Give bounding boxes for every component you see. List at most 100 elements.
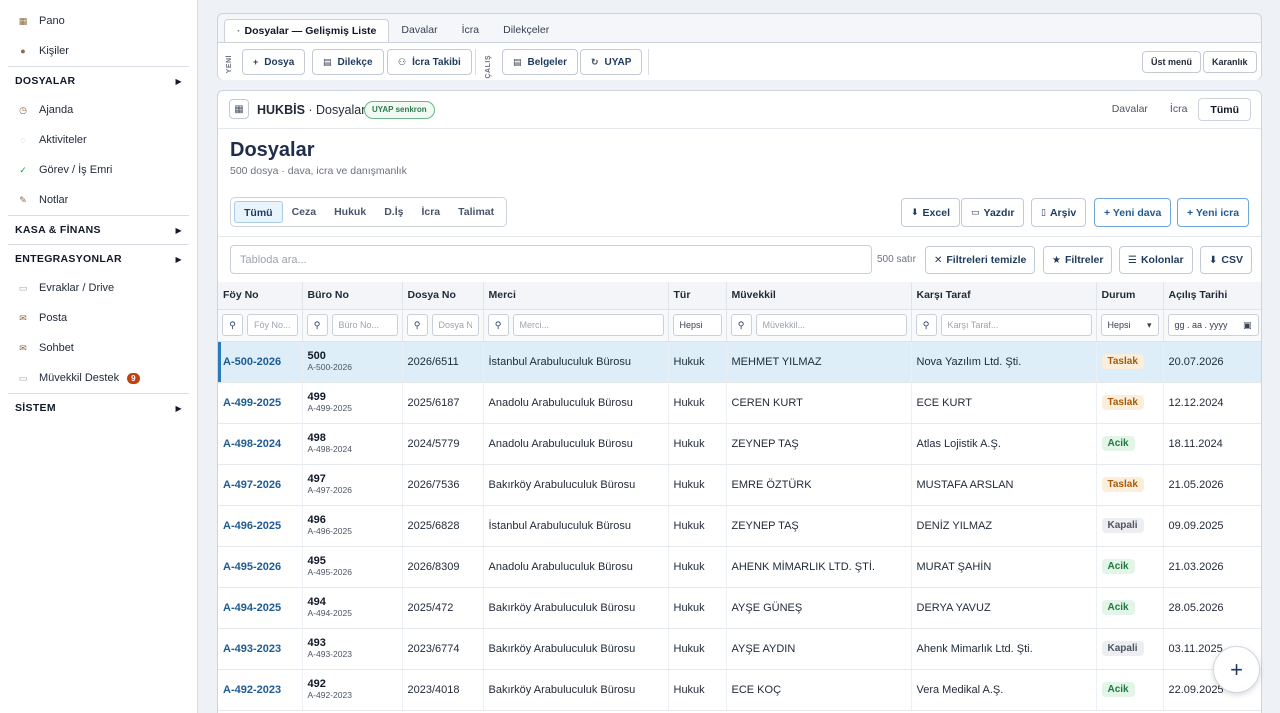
panel-subtitle: · Dosyalar bbox=[304, 103, 366, 117]
foy-link[interactable]: A-495-2026 bbox=[223, 561, 281, 573]
sidebar-section-sistem[interactable]: SİSTEM ▶ bbox=[8, 393, 189, 422]
table-row[interactable]: A-500-2026 500 A-500-2026 2026/6511 İstanbul… bbox=[218, 341, 1261, 383]
archive-button[interactable]: ▯ Arşiv bbox=[1031, 198, 1087, 227]
column-header-tarih[interactable]: Açılış Tarihi bbox=[1163, 282, 1261, 310]
foy-link[interactable]: A-500-2026 bbox=[223, 356, 281, 368]
sidebar-item-pano[interactable]: ▦ Pano bbox=[0, 6, 197, 36]
table-row[interactable]: A-496-2025 496 A-496-2025 2025/6828 İstanbul… bbox=[218, 505, 1261, 547]
uyap-button[interactable]: ↻ UYAP bbox=[580, 49, 643, 75]
sidebar-item-aktiviteler[interactable]: ◌ Aktiviteler bbox=[0, 125, 197, 155]
sidebar-item-kisiler[interactable]: ● Kişiler bbox=[0, 36, 197, 66]
muvekkil-cell: AYŞE AYDIN bbox=[726, 628, 912, 670]
new-dosya-button[interactable]: + Dosya bbox=[242, 49, 306, 75]
sidebar-item-evraklar[interactable]: ▭ Evraklar / Drive bbox=[0, 273, 197, 303]
foy-link[interactable]: A-496-2025 bbox=[223, 520, 281, 532]
merci-filter-input[interactable] bbox=[512, 314, 664, 336]
tab-icra[interactable]: İcra bbox=[1159, 98, 1199, 121]
new-icra-button[interactable]: + Yeni icra bbox=[1177, 198, 1250, 227]
merci-cell: Anadolu Arabuluculuk Bürosu bbox=[483, 423, 669, 465]
column-header-merci[interactable]: Merci bbox=[483, 282, 669, 310]
segment-ceza[interactable]: Ceza bbox=[283, 201, 326, 223]
search-icon[interactable]: ⚲ bbox=[487, 314, 509, 336]
column-header-tur[interactable]: Tür bbox=[668, 282, 727, 310]
sidebar-item-gorev[interactable]: ✓ Görev / İş Emri bbox=[0, 155, 197, 185]
foy-filter-input[interactable] bbox=[247, 314, 298, 336]
print-button[interactable]: ▭ Yazdır bbox=[961, 198, 1025, 227]
icra-takibi-button[interactable]: ⚇ İcra Takibi bbox=[387, 49, 472, 75]
new-case-button[interactable]: + Yeni dava bbox=[1094, 198, 1172, 227]
foy-link[interactable]: A-493-2023 bbox=[223, 643, 281, 655]
sidebar-section-dosyalar[interactable]: DOSYALAR ▶ bbox=[8, 66, 189, 95]
clear-filters-button[interactable]: ✕ Filtreleri temizle bbox=[925, 246, 1036, 274]
notification-badge: 9 bbox=[127, 372, 140, 384]
page-subtitle: 500 dosya · dava, icra ve danışmanlık bbox=[230, 165, 407, 177]
muvekkil-filter-input[interactable] bbox=[755, 314, 907, 336]
belgeler-button[interactable]: ▤ Belgeler bbox=[502, 49, 578, 75]
column-header-foy[interactable]: Föy No bbox=[218, 282, 303, 310]
tab-dosyalar[interactable]: Dosyalar — Gelişmiş Liste bbox=[224, 19, 390, 42]
column-header-buro[interactable]: Büro No bbox=[302, 282, 403, 310]
column-header-dosya[interactable]: Dosya No bbox=[402, 282, 484, 310]
sidebar-item-sohbet[interactable]: ✉ Sohbet bbox=[0, 333, 197, 363]
add-fab-button[interactable]: + bbox=[1213, 646, 1260, 693]
type-filter-segment: Tümü Ceza Hukuk D.İş İcra Talimat bbox=[230, 197, 508, 227]
columns-button[interactable]: ☰ Kolonlar bbox=[1119, 246, 1193, 274]
column-header-muvekkil[interactable]: Müvekkil bbox=[726, 282, 912, 310]
durum-filter-select[interactable]: Hepsi ▾ bbox=[1100, 314, 1159, 336]
foy-link[interactable]: A-498-2024 bbox=[223, 438, 281, 450]
buro-filter-input[interactable] bbox=[331, 314, 398, 336]
button-label: Excel bbox=[922, 206, 950, 219]
column-header-durum[interactable]: Durum bbox=[1096, 282, 1164, 310]
tab-icra[interactable]: İcra bbox=[450, 19, 492, 42]
search-icon[interactable]: ⚲ bbox=[406, 314, 428, 336]
foy-link[interactable]: A-494-2025 bbox=[223, 602, 281, 614]
sidebar-item-posta[interactable]: ✉ Posta bbox=[0, 303, 197, 333]
table-row[interactable]: A-498-2024 498 A-498-2024 2024/5779 Anadolu … bbox=[218, 423, 1261, 465]
status-badge: Acik bbox=[1101, 600, 1135, 615]
search-icon[interactable]: ⚲ bbox=[730, 314, 752, 336]
table-row[interactable]: A-495-2026 495 A-495-2026 2026/8309 Anadolu … bbox=[218, 546, 1261, 588]
tab-dilekceler[interactable]: Dilekçeler bbox=[491, 19, 561, 42]
grid-icon[interactable]: ▦ bbox=[229, 99, 249, 119]
search-icon[interactable]: ⚲ bbox=[222, 314, 243, 336]
filters-button[interactable]: ★ Filtreler bbox=[1043, 246, 1113, 274]
segment-dis[interactable]: D.İş bbox=[375, 201, 412, 223]
segment-tumu[interactable]: Tümü bbox=[234, 201, 283, 223]
tab-davalar[interactable]: Davalar bbox=[389, 19, 449, 42]
refresh-icon: ↻ bbox=[591, 56, 599, 67]
sidebar-section-kasa[interactable]: KASA & FİNANS ▶ bbox=[8, 215, 189, 244]
new-dilekce-button[interactable]: ▤ Dilekçe bbox=[312, 49, 384, 75]
table-row[interactable]: A-494-2025 494 A-494-2025 2025/472 Bakırköy … bbox=[218, 587, 1261, 629]
muvekkil-cell: CEREN KURT bbox=[726, 382, 912, 424]
column-header-karsi[interactable]: Karşı Taraf bbox=[911, 282, 1097, 310]
sidebar-item-ajanda[interactable]: ◷ Ajanda bbox=[0, 95, 197, 125]
date-filter-input[interactable]: gg . aa . yyyy ▣ bbox=[1167, 314, 1259, 336]
table-search-input[interactable] bbox=[230, 245, 872, 274]
dosya-filter-input[interactable] bbox=[431, 314, 479, 336]
table-row[interactable]: A-499-2025 499 A-499-2025 2025/6187 Anadolu … bbox=[218, 382, 1261, 424]
sidebar-section-entegrasyonlar[interactable]: ENTEGRASYONLAR ▶ bbox=[8, 244, 189, 273]
table-row[interactable]: A-493-2023 493 A-493-2023 2023/6774 Bakırköy… bbox=[218, 628, 1261, 670]
top-menu-button[interactable]: Üst menü bbox=[1142, 51, 1202, 73]
sidebar-item-muvekkil-destek[interactable]: ▭ Müvekkil Destek 9 bbox=[0, 363, 197, 393]
segment-talimat[interactable]: Talimat bbox=[449, 201, 503, 223]
table-row[interactable]: A-492-2023 492 A-492-2023 2023/4018 Bakırköy… bbox=[218, 669, 1261, 711]
segment-hukuk[interactable]: Hukuk bbox=[325, 201, 375, 223]
csv-button[interactable]: ⬇ CSV bbox=[1200, 246, 1252, 274]
tur-filter-select[interactable]: Hepsi bbox=[672, 314, 722, 336]
sidebar-item-notlar[interactable]: ✎ Notlar bbox=[0, 185, 197, 215]
tab-davalar[interactable]: Davalar bbox=[1101, 98, 1159, 121]
search-icon[interactable]: ⚲ bbox=[915, 314, 937, 336]
table-row[interactable]: A-497-2026 497 A-497-2026 2026/7536 Bakırköy… bbox=[218, 464, 1261, 506]
segment-icra[interactable]: İcra bbox=[412, 201, 449, 223]
excel-button[interactable]: ⬇ Excel bbox=[901, 198, 960, 227]
dosya-cell: 2025/6828 bbox=[402, 505, 484, 547]
tab-tumu[interactable]: Tümü bbox=[1198, 98, 1251, 121]
karsi-filter-input[interactable] bbox=[940, 314, 1092, 336]
foy-link[interactable]: A-492-2023 bbox=[223, 684, 281, 696]
dark-mode-button[interactable]: Karanlık bbox=[1203, 51, 1257, 73]
foy-link[interactable]: A-499-2025 bbox=[223, 397, 281, 409]
foy-link[interactable]: A-497-2026 bbox=[223, 479, 281, 491]
sidebar-item-label: Sohbet bbox=[39, 342, 74, 354]
search-icon[interactable]: ⚲ bbox=[306, 314, 328, 336]
